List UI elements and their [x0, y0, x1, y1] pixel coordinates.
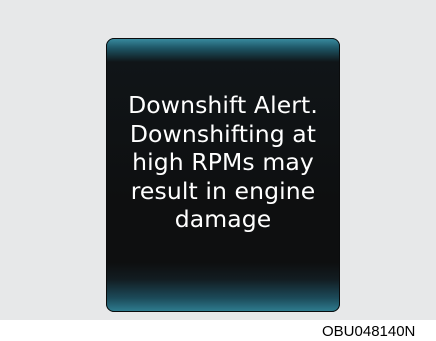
manual-figure: Downshift Alert. Downshifting at high RP…: [0, 0, 436, 341]
downshift-alert-message: Downshift Alert. Downshifting at high RP…: [106, 91, 340, 234]
alert-line: high RPMs may: [132, 148, 314, 176]
figure-code: OBU048140N: [322, 323, 416, 340]
alert-line: Downshift Alert.: [128, 91, 318, 119]
alert-line: result in engine: [130, 176, 316, 205]
alert-line: Downshifting at: [129, 119, 317, 148]
alert-line: damage: [174, 205, 272, 233]
cluster-display: Downshift Alert. Downshifting at high RP…: [106, 38, 340, 312]
